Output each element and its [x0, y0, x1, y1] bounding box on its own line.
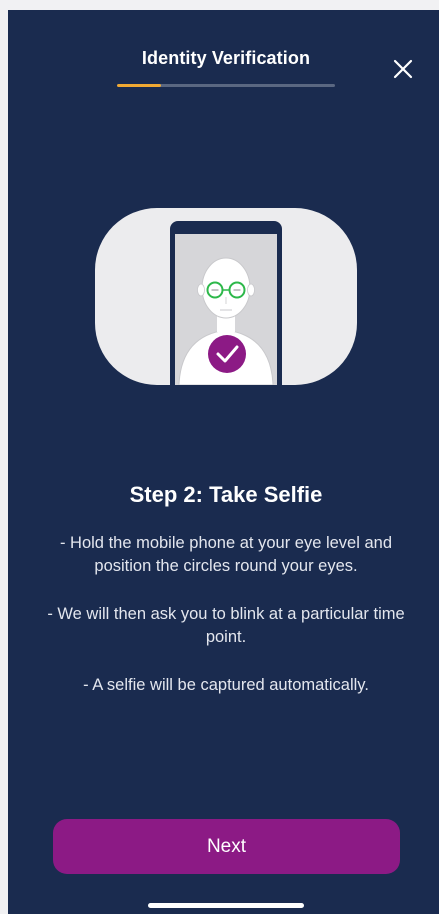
home-indicator: [148, 903, 304, 908]
instructions: - Hold the mobile phone at your eye leve…: [38, 532, 414, 722]
step-title: Step 2: Take Selfie: [129, 482, 323, 507]
face: [201, 257, 251, 319]
next-button[interactable]: Next: [53, 819, 400, 874]
check-badge: [208, 335, 246, 373]
close-icon: [393, 59, 413, 79]
instruction-item: - A selfie will be captured automaticall…: [83, 676, 369, 694]
instruction-item: - We will then ask you to blink at a par…: [47, 605, 405, 646]
progress-fill: [117, 84, 161, 87]
close-button[interactable]: [388, 54, 418, 84]
page-title: Identity Verification: [141, 48, 311, 68]
instruction-item: - Hold the mobile phone at your eye leve…: [59, 534, 393, 575]
progress-bar: [117, 84, 335, 87]
screen: Identity Verification Step 2: Take Selfi…: [8, 10, 439, 914]
selfie-illustration: [95, 208, 357, 385]
